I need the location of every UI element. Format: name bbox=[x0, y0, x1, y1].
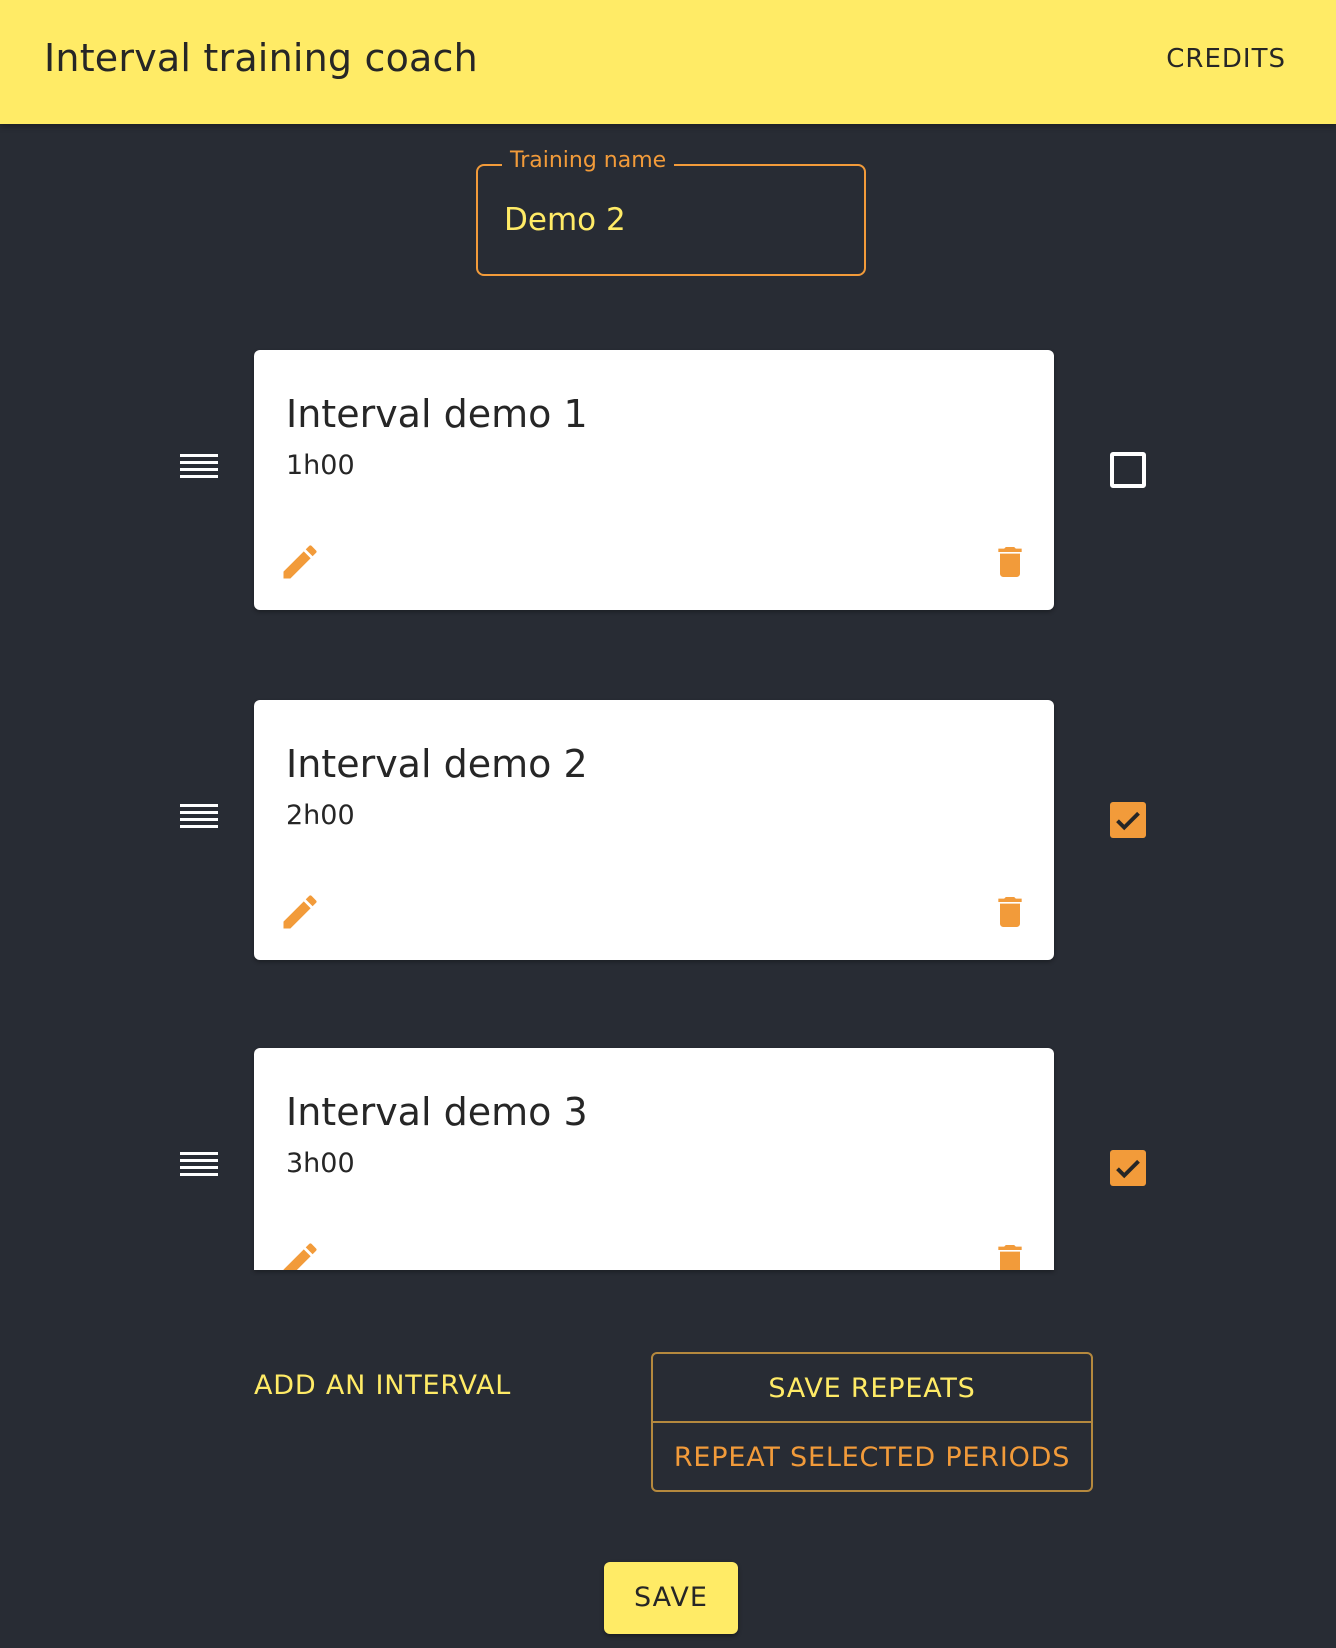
interval-title: Interval demo 3 bbox=[286, 1090, 588, 1134]
delete-icon[interactable] bbox=[990, 540, 1030, 584]
drag-handle-icon[interactable] bbox=[180, 804, 218, 834]
app-title: Interval training coach bbox=[44, 36, 478, 80]
interval-row: Interval demo 2 2h00 bbox=[0, 700, 1336, 962]
edit-icon[interactable] bbox=[278, 540, 322, 584]
drag-handle-icon[interactable] bbox=[180, 454, 218, 484]
checkmark-icon bbox=[1116, 1159, 1140, 1179]
interval-duration: 1h00 bbox=[286, 450, 355, 481]
interval-row: Interval demo 3 3h00 bbox=[0, 1048, 1336, 1310]
add-interval-button[interactable]: ADD AN INTERVAL bbox=[254, 1370, 511, 1401]
repeat-button-group: SAVE REPEATS REPEAT SELECTED PERIODS bbox=[651, 1352, 1093, 1492]
delete-icon[interactable] bbox=[990, 1238, 1030, 1270]
interval-select-checkbox[interactable] bbox=[1110, 1150, 1146, 1186]
interval-card: Interval demo 3 3h00 bbox=[254, 1048, 1054, 1270]
repeat-selected-periods-button[interactable]: REPEAT SELECTED PERIODS bbox=[653, 1423, 1091, 1490]
save-button[interactable]: SAVE bbox=[604, 1562, 738, 1634]
interval-row: Interval demo 1 1h00 bbox=[0, 350, 1336, 612]
interval-card: Interval demo 1 1h00 bbox=[254, 350, 1054, 610]
edit-icon[interactable] bbox=[278, 1238, 322, 1270]
interval-select-checkbox[interactable] bbox=[1110, 452, 1146, 488]
edit-icon[interactable] bbox=[278, 890, 322, 934]
training-name-input[interactable] bbox=[504, 202, 834, 238]
interval-duration: 3h00 bbox=[286, 1148, 355, 1179]
app-bar: Interval training coach CREDITS bbox=[0, 0, 1336, 124]
delete-icon[interactable] bbox=[990, 890, 1030, 934]
credits-button[interactable]: CREDITS bbox=[1166, 44, 1286, 74]
interval-title: Interval demo 2 bbox=[286, 742, 588, 786]
save-repeats-button[interactable]: SAVE REPEATS bbox=[653, 1354, 1091, 1423]
training-name-label: Training name bbox=[502, 148, 675, 173]
interval-card: Interval demo 2 2h00 bbox=[254, 700, 1054, 960]
drag-handle-icon[interactable] bbox=[180, 1152, 218, 1182]
training-name-field[interactable]: Training name bbox=[476, 148, 866, 276]
interval-title: Interval demo 1 bbox=[286, 392, 588, 436]
checkmark-icon bbox=[1116, 811, 1140, 831]
interval-select-checkbox[interactable] bbox=[1110, 802, 1146, 838]
interval-duration: 2h00 bbox=[286, 800, 355, 831]
